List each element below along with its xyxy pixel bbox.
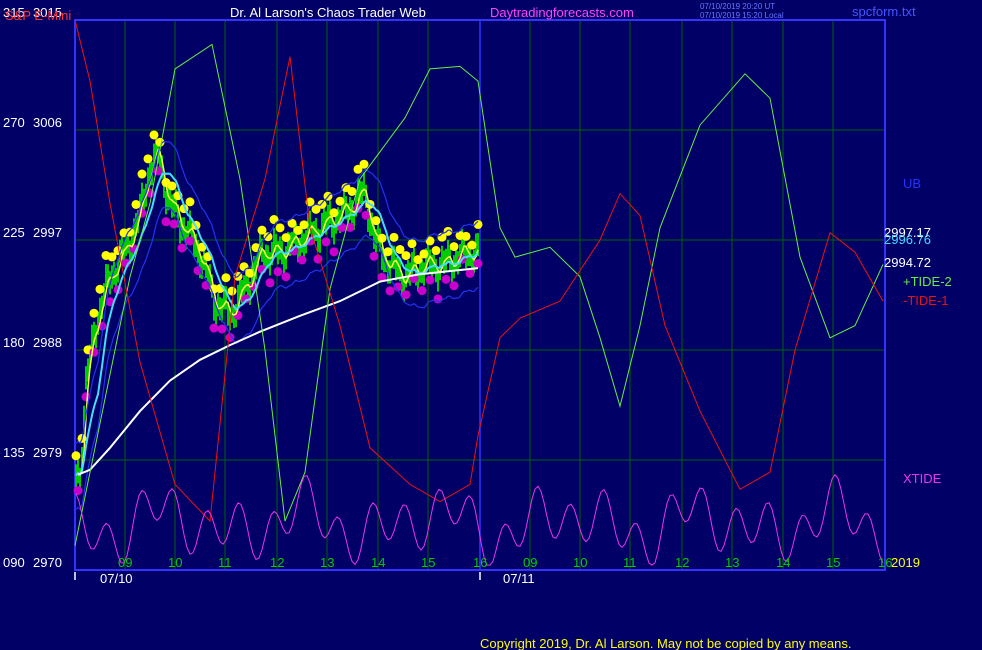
swing-low-marker (401, 290, 411, 300)
grid-lines (74, 19, 886, 571)
price-tick-label: 2970 (33, 555, 62, 570)
swing-low-marker (417, 286, 427, 296)
swing-high-marker (359, 159, 369, 169)
swing-high-marker (461, 231, 471, 241)
swing-high-marker (269, 215, 279, 225)
swing-low-marker (313, 254, 323, 264)
timestamp-local: 07/10/2019 15:20 Local (700, 11, 784, 20)
hour-tick-label: 13 (725, 555, 739, 570)
ub-label: UB (903, 176, 921, 191)
hour-tick-label: 16 (473, 555, 487, 570)
value-label-2: 2996.76 (884, 232, 931, 247)
swing-high-marker (299, 220, 309, 230)
swing-low-marker (473, 259, 483, 269)
tide-tick-label: 180 (3, 335, 25, 350)
swing-high-marker (419, 249, 429, 259)
copyright: Copyright 2019, Dr. Al Larson. May not b… (480, 636, 851, 650)
hour-tick-label: 10 (168, 555, 182, 570)
swing-low-marker (217, 324, 227, 334)
tide-tick-label: 135 (3, 445, 25, 460)
swing-high-marker (95, 284, 105, 294)
swing-high-marker (467, 240, 477, 250)
chart-title: Dr. Al Larson's Chaos Trader Web (230, 5, 426, 20)
swing-high-marker (347, 186, 357, 196)
swing-low-marker (385, 286, 395, 296)
swing-high-marker (149, 130, 159, 140)
swing-low-marker (449, 281, 459, 291)
tide-tick-label: 225 (3, 225, 25, 240)
swing-high-marker (431, 246, 441, 256)
slow-average-line (77, 267, 479, 476)
swing-low-marker (233, 310, 243, 320)
tide2-label: +TIDE-2 (903, 274, 952, 289)
swing-low-marker (177, 243, 187, 253)
swing-low-marker (73, 486, 83, 496)
hour-tick-label: 14 (371, 555, 385, 570)
hour-tick-label: 14 (776, 555, 790, 570)
swing-low-marker (185, 236, 195, 246)
swing-high-marker (71, 451, 81, 461)
swing-high-marker (137, 169, 147, 179)
swing-low-marker (209, 323, 219, 333)
swing-high-marker (401, 251, 411, 261)
chart-canvas: 315 3015270 3006225 2997180 2988135 2979090 29… (3, 2, 952, 650)
timestamp-ut: 07/10/2019 20:20 UT (700, 2, 775, 11)
swing-low-marker (441, 274, 451, 284)
tide1-label: -TIDE-1 (903, 293, 949, 308)
hour-tick-label: 12 (270, 555, 284, 570)
date-label: 07/11 (503, 571, 535, 586)
swing-low-marker (169, 219, 179, 229)
swing-high-marker (281, 233, 291, 243)
file-name: spcform.txt (852, 4, 916, 19)
hour-tick-label: 13 (320, 555, 334, 570)
hour-tick-label: 10 (573, 555, 587, 570)
plot-area (71, 19, 884, 566)
swing-low-marker (161, 217, 171, 227)
swing-high-marker (131, 199, 141, 209)
swing-low-marker (329, 247, 339, 257)
price-tick-label: 3006 (33, 115, 62, 130)
tide2-line (74, 43, 884, 546)
date-label: 07/10 (100, 571, 133, 586)
swing-high-marker (227, 286, 237, 296)
hour-tick-label: 12 (675, 555, 689, 570)
swing-low-marker (153, 166, 163, 176)
instrument-label: S&P E-Mini (5, 8, 71, 23)
price-tick-label: 2979 (33, 445, 62, 460)
hour-tick-label: 09 (118, 555, 132, 570)
hour-tick-label: 11 (623, 555, 637, 570)
swing-high-marker (275, 223, 285, 233)
swing-low-marker (425, 275, 435, 285)
swing-low-marker (281, 272, 291, 282)
xtide-label: XTIDE (903, 471, 942, 486)
price-tick-label: 2988 (33, 335, 62, 350)
swing-low-marker (89, 347, 99, 357)
swing-low-marker (369, 251, 379, 261)
swing-low-marker (297, 255, 307, 265)
swing-low-marker (321, 237, 331, 247)
swing-high-marker (89, 308, 99, 318)
hour-tick-label: 15 (826, 555, 840, 570)
swing-low-marker (265, 278, 275, 288)
hour-tick-label: 11 (218, 555, 232, 570)
year-label: 2019 (891, 555, 920, 570)
swing-high-marker (407, 239, 417, 249)
price-tick-label: 2997 (33, 225, 62, 240)
tide-tick-label: 090 (3, 555, 25, 570)
swing-high-marker (221, 273, 231, 283)
axis-labels: 315 3015270 3006225 2997180 2988135 2979090 29… (3, 5, 892, 586)
tide-tick-label: 270 (3, 115, 25, 130)
swing-high-marker (185, 197, 195, 207)
site-link[interactable]: Daytradingforecasts.com (490, 5, 634, 20)
swing-high-marker (389, 232, 399, 242)
swing-high-marker (167, 181, 177, 191)
swing-high-marker (329, 208, 339, 218)
swing-high-marker (143, 154, 153, 164)
value-label-3: 2994.72 (884, 255, 931, 270)
swing-high-marker (335, 196, 345, 206)
swing-low-marker (273, 267, 283, 277)
hour-tick-label: 15 (421, 555, 435, 570)
swing-high-marker (449, 242, 459, 252)
hour-tick-label: 09 (523, 555, 537, 570)
